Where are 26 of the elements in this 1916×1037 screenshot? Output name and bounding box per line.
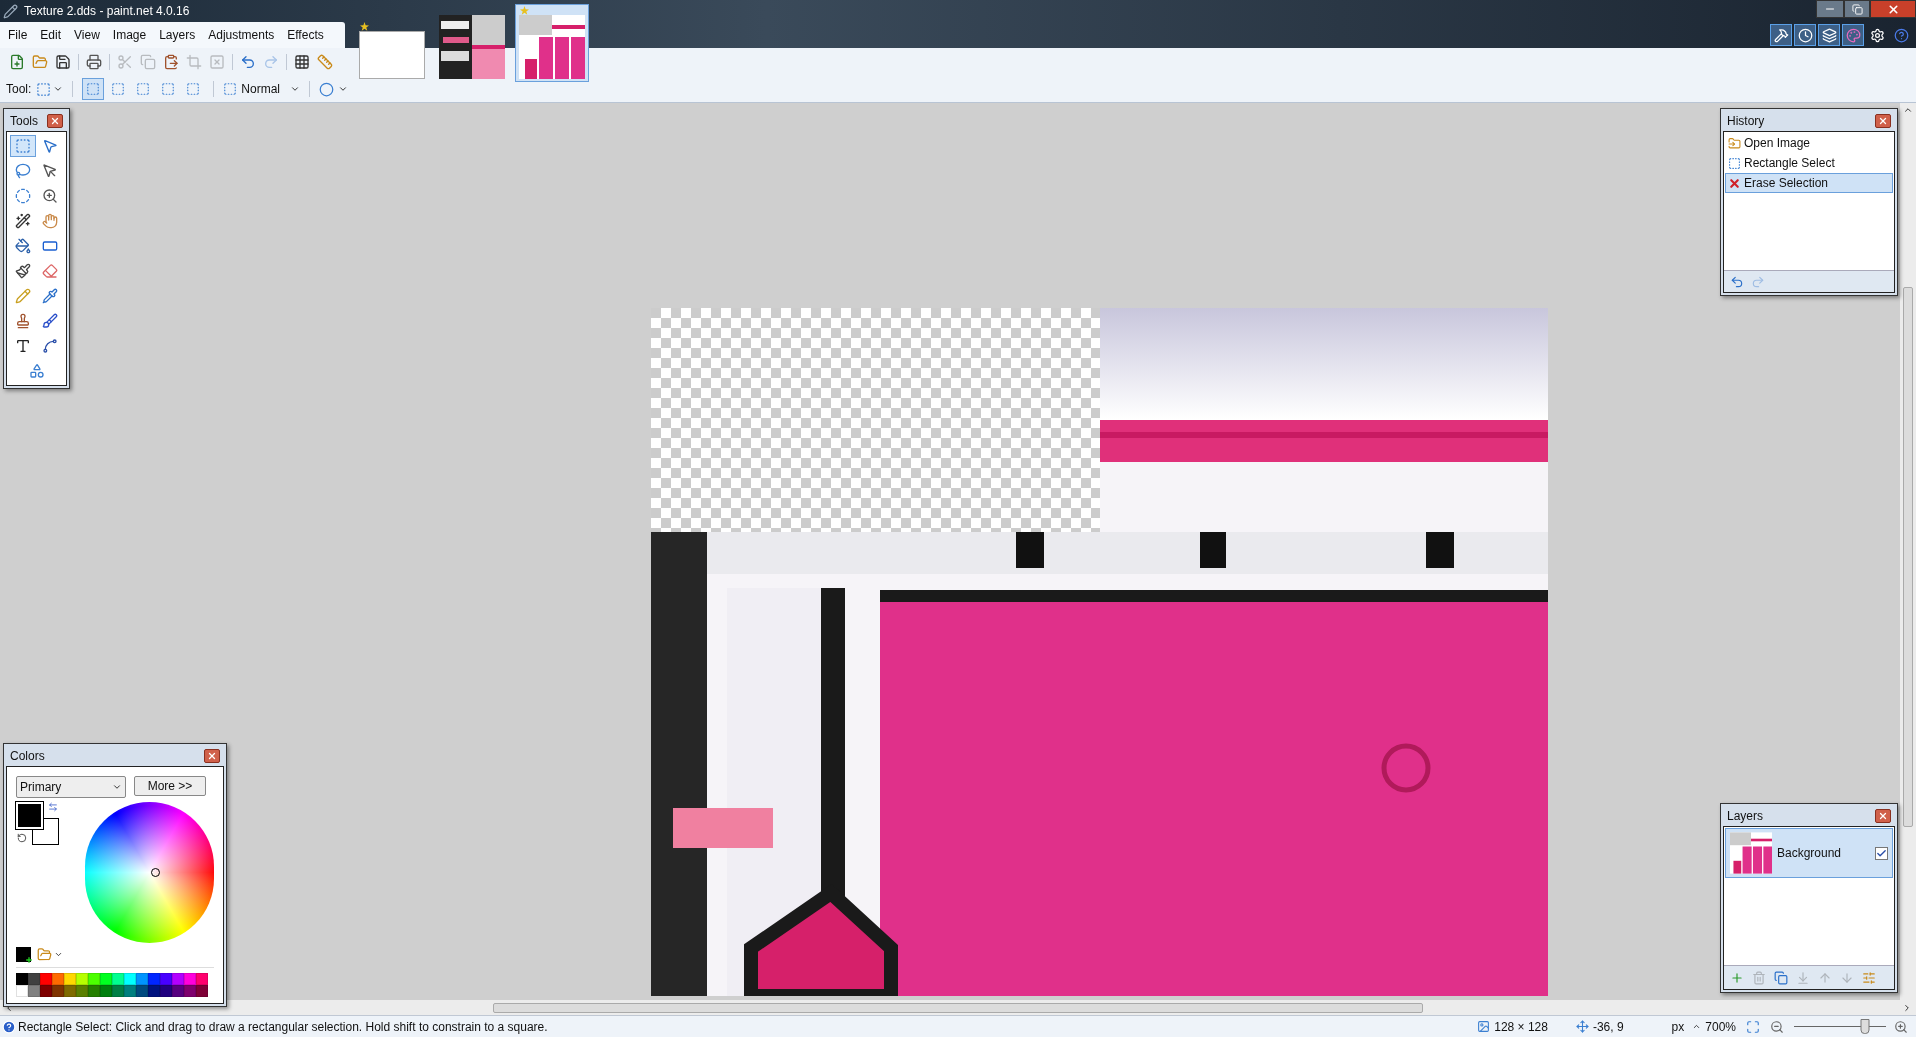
menu-item[interactable]: Layers: [159, 26, 196, 44]
history-item[interactable]: Erase Selection: [1725, 173, 1893, 193]
menu-item[interactable]: Edit: [40, 26, 62, 44]
zoom-level: 700%: [1705, 1018, 1736, 1036]
menu-item[interactable]: File: [8, 26, 28, 44]
status-message: Rectangle Select: Click and drag to draw a rectangular selection. Hold shift to constrain to a square.: [18, 1018, 548, 1036]
panel-title: Tools: [10, 113, 38, 130]
panel-title: Layers: [1727, 808, 1764, 825]
menu-item[interactable]: Effects: [287, 26, 324, 44]
more-button[interactable]: More >>: [134, 776, 206, 796]
image-size: 128 × 128: [1494, 1018, 1548, 1036]
blend-mode-dropdown[interactable]: Normal: [223, 80, 301, 98]
cursor-position: -36, 9: [1592, 1018, 1624, 1036]
menu-item[interactable]: View: [74, 26, 100, 44]
history-item[interactable]: Rectangle Select: [1725, 153, 1893, 173]
window-title: Texture 2.dds - paint.net 4.0.16: [24, 3, 190, 20]
tool-label: Tool:: [6, 81, 32, 98]
panel-title: History: [1727, 113, 1765, 130]
units-dropdown[interactable]: px: [1671, 1017, 1685, 1036]
layer-name: Background: [1777, 845, 1843, 862]
layer-item[interactable]: Background: [1725, 828, 1893, 878]
menu-item[interactable]: Adjustments: [208, 26, 275, 44]
color-target-dropdown[interactable]: Primary: [16, 776, 126, 798]
menu-item[interactable]: Image: [112, 26, 147, 44]
panel-title: Colors: [10, 748, 45, 765]
history-item[interactable]: Open Image: [1725, 133, 1893, 153]
